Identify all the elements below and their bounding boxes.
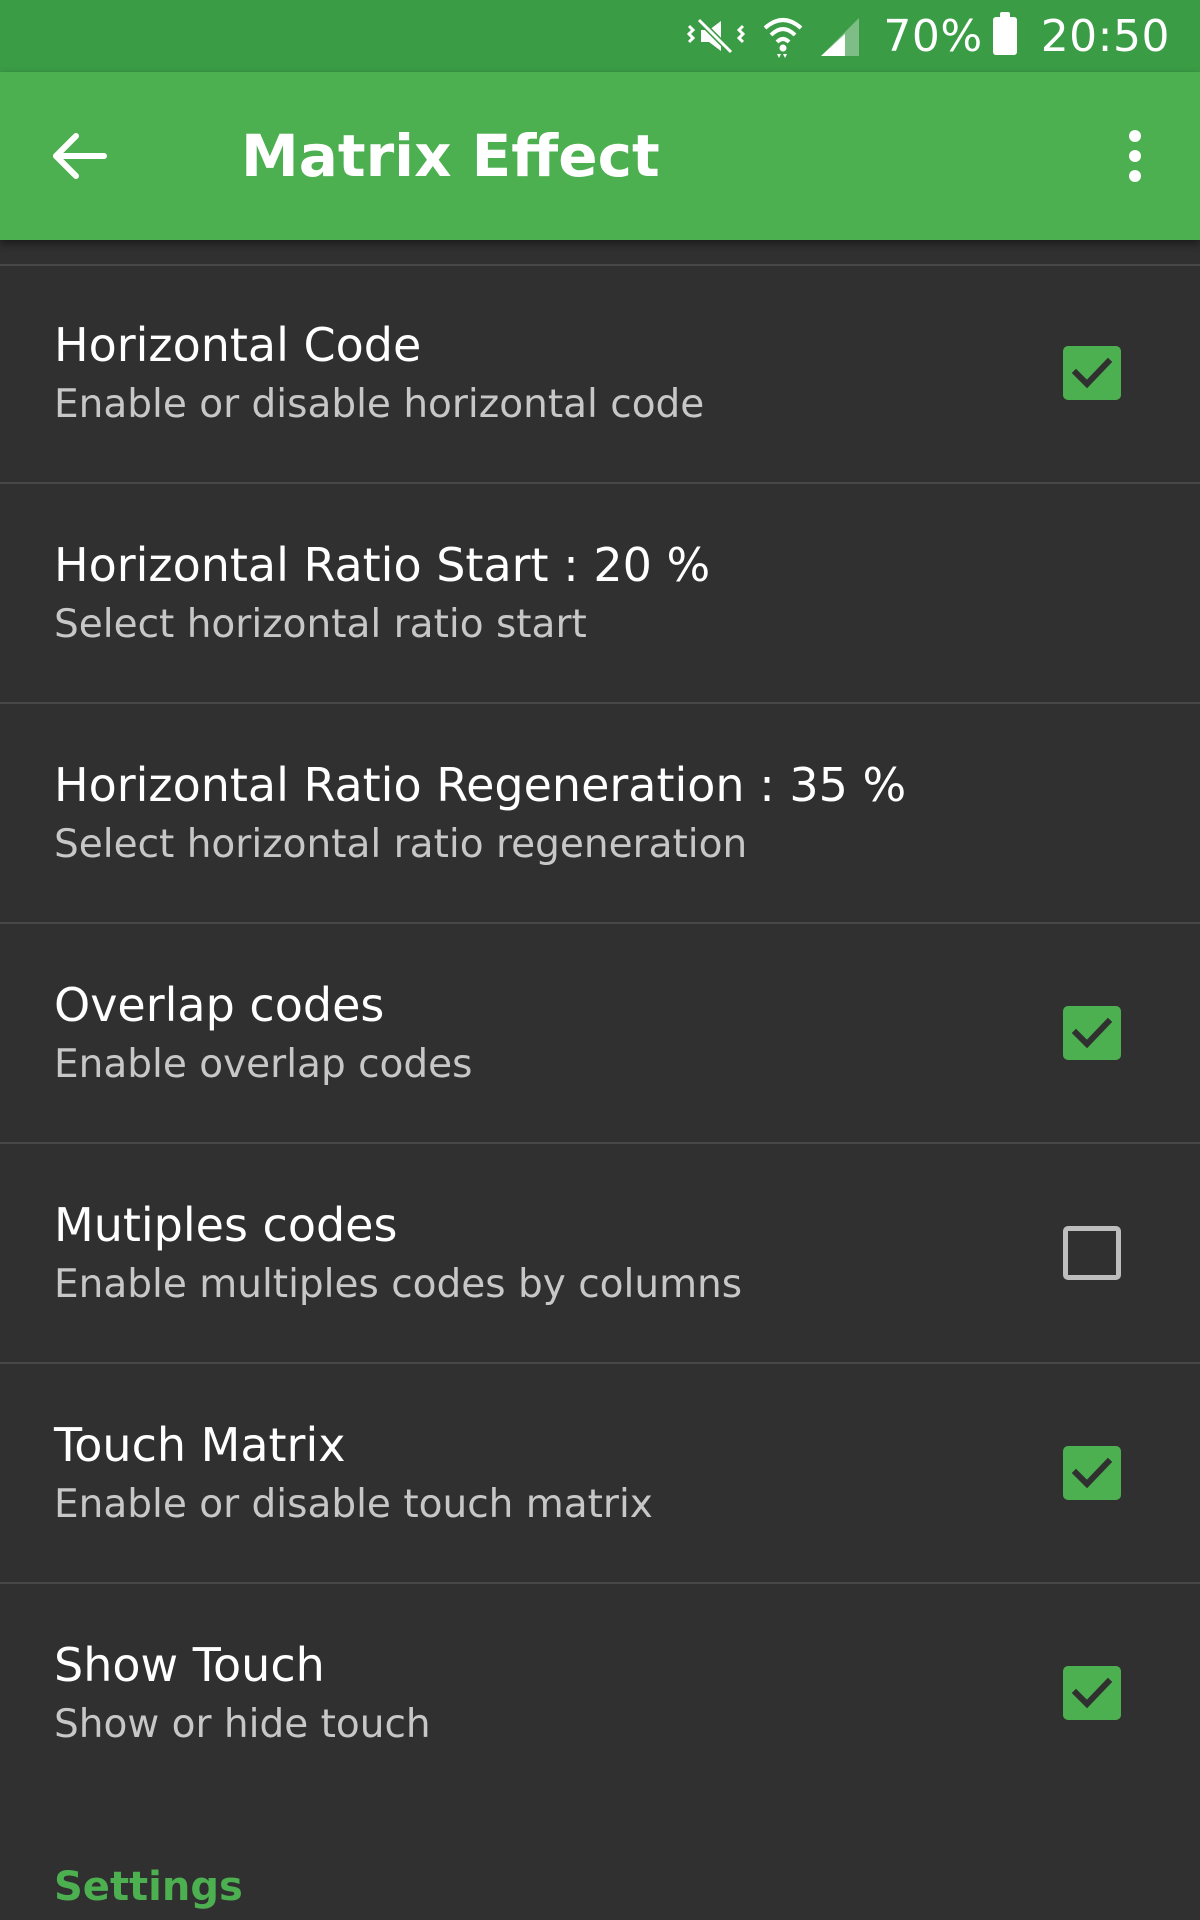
back-button[interactable] [30,106,130,206]
pref-show-touch[interactable]: Show Touch Show or hide touch [0,1584,1200,1804]
pref-horizontal-ratio-regeneration[interactable]: Horizontal Ratio Regeneration : 35 % Sel… [0,704,1200,924]
pref-summary: Select horizontal ratio regeneration [54,822,748,867]
pref-title: Horizontal Ratio Start : 20 % [54,538,711,592]
cell-signal-icon [819,14,861,58]
checkmark-icon [1071,1457,1113,1489]
pref-title: Mutiples codes [54,1198,398,1252]
battery-percent: 70% [883,10,983,62]
pref-summary: Enable or disable touch matrix [54,1482,653,1527]
pref-multiples-codes[interactable]: Mutiples codes Enable multiples codes by… [0,1144,1200,1364]
pref-overlap-codes[interactable]: Overlap codes Enable overlap codes [0,924,1200,1144]
app-bar: Matrix Effect [0,72,1200,240]
multiples-codes-checkbox[interactable] [1063,1226,1121,1280]
arrow-back-icon [53,133,107,179]
show-touch-checkbox[interactable] [1063,1666,1121,1720]
pref-touch-matrix[interactable]: Touch Matrix Enable or disable touch mat… [0,1364,1200,1584]
pref-horizontal-ratio-start[interactable]: Horizontal Ratio Start : 20 % Select hor… [0,484,1200,704]
overflow-menu-icon [1129,130,1141,182]
pref-title: Show Touch [54,1638,325,1692]
pref-summary: Enable overlap codes [54,1042,473,1087]
overflow-menu-button[interactable] [1100,106,1170,206]
status-bar: 70% 20:50 [0,0,1200,72]
touch-matrix-checkbox[interactable] [1063,1446,1121,1500]
preference-list: Horizontal Code Enable or disable horizo… [0,264,1200,1804]
pref-summary: Show or hide touch [54,1702,431,1747]
checkmark-icon [1071,1017,1113,1049]
pref-summary: Enable multiples codes by columns [54,1262,743,1307]
checkmark-icon [1071,357,1113,389]
screen: 70% 20:50 Matrix Effect Horizontal Code … [0,0,1200,1920]
overlap-codes-checkbox[interactable] [1063,1006,1121,1060]
horizontal-code-checkbox[interactable] [1063,346,1121,400]
pref-title: Touch Matrix [54,1418,346,1472]
pref-title: Horizontal Ratio Regeneration : 35 % [54,758,907,812]
pref-title: Horizontal Code [54,318,422,372]
battery-icon [992,12,1017,55]
checkmark-icon [1071,1677,1113,1709]
wifi-icon [763,14,803,58]
mute-vibrate-icon [685,14,747,58]
pref-summary: Enable or disable horizontal code [54,382,705,427]
section-header-settings: Settings [54,1864,243,1910]
pref-summary: Select horizontal ratio start [54,602,587,647]
pref-horizontal-code[interactable]: Horizontal Code Enable or disable horizo… [0,264,1200,484]
clock: 20:50 [1040,10,1170,62]
pref-title: Overlap codes [54,978,385,1032]
page-title: Matrix Effect [241,122,660,190]
